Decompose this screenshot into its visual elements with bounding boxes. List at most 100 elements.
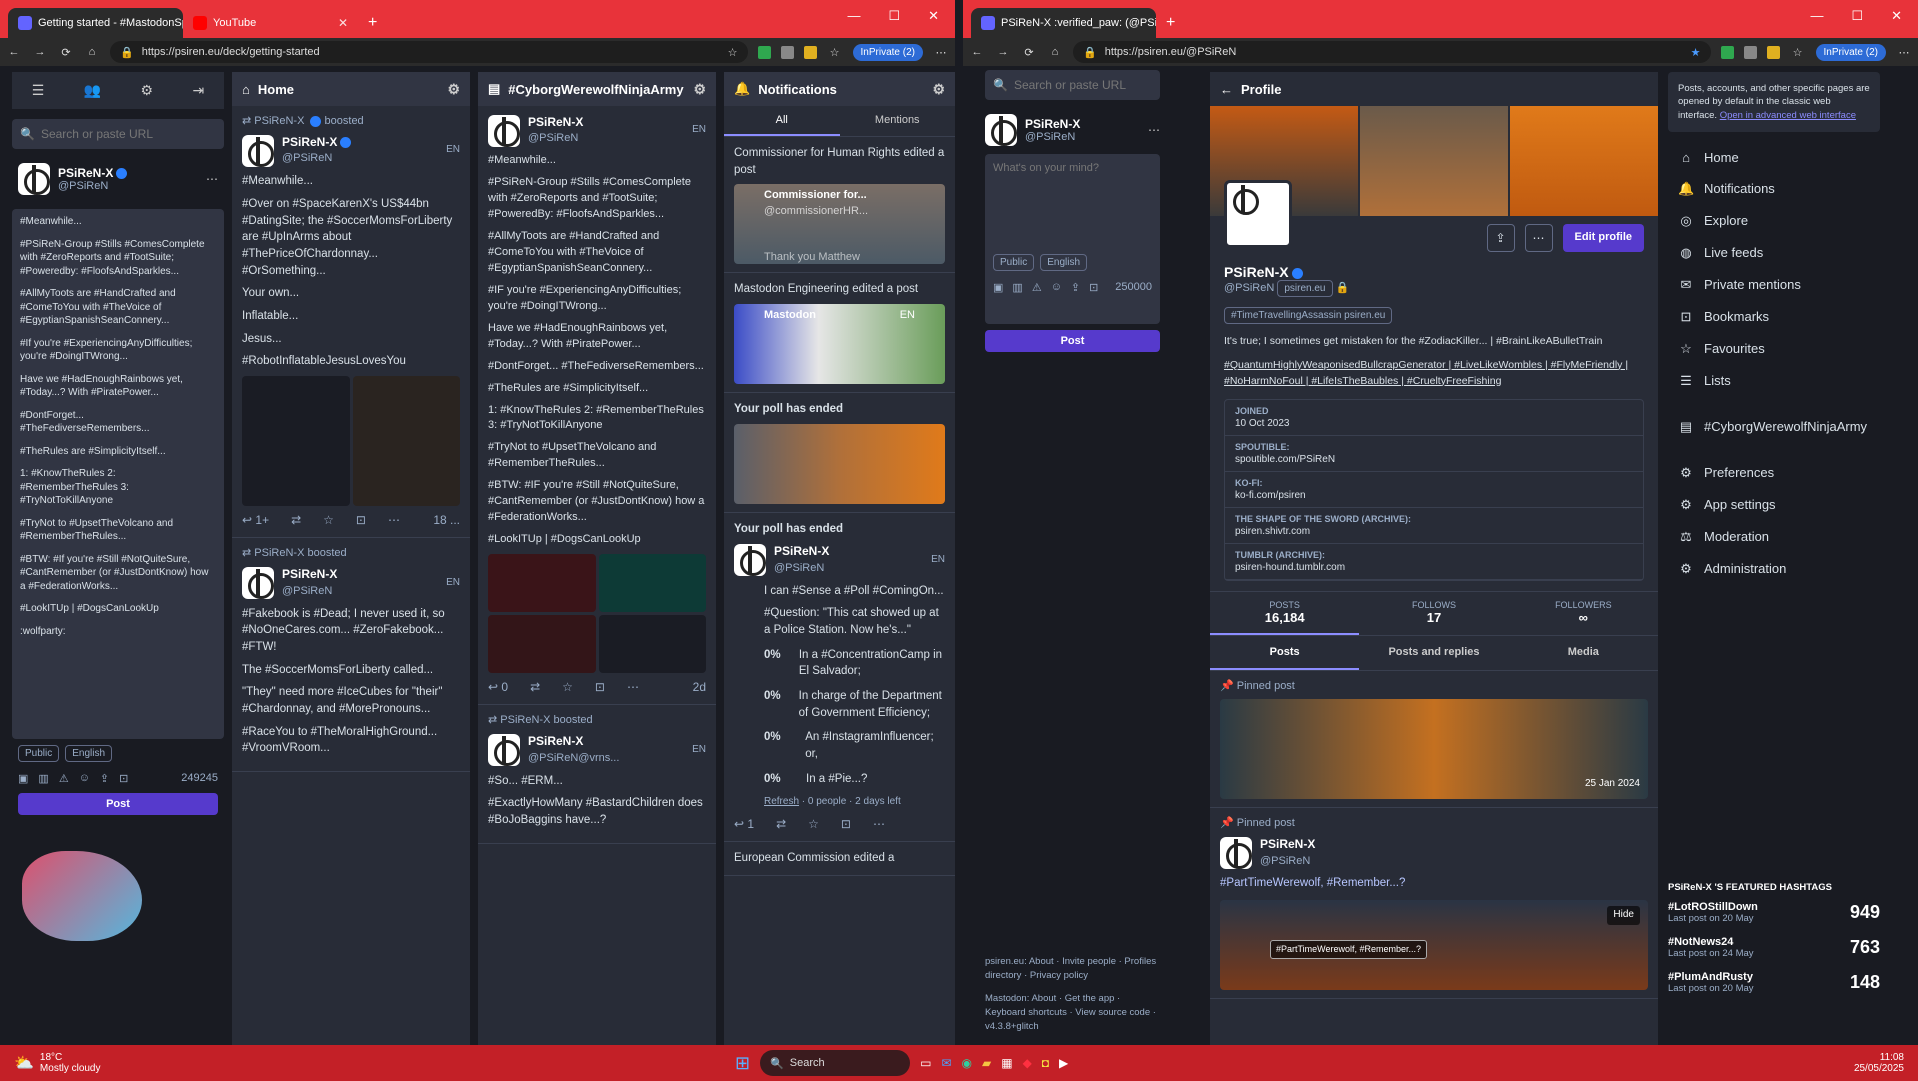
pinned-status[interactable]: 📌 Pinned post PSiReN-X @PSiReN #PartTimeW… <box>1210 808 1658 1000</box>
favourite-icon[interactable]: ☆ <box>808 816 819 833</box>
warning-icon[interactable]: ⚠ <box>59 772 69 785</box>
logout-icon[interactable]: ⇥ <box>193 82 205 99</box>
edge-icon[interactable]: ◉ <box>962 1056 972 1070</box>
edit-profile-button[interactable]: Edit profile <box>1562 224 1644 252</box>
advanced-interface-link[interactable]: Open in advanced web interface <box>1720 110 1856 121</box>
emoji-icon[interactable]: ☺ <box>79 772 90 785</box>
avatar[interactable] <box>488 734 520 766</box>
favorites-icon[interactable]: ☆ <box>827 46 843 59</box>
media-player-icon[interactable]: ▶ <box>1059 1056 1068 1070</box>
new-tab-button[interactable]: + <box>1156 14 1185 38</box>
avatar[interactable] <box>1220 836 1252 869</box>
url-field[interactable]: 🔒 https://psiren.eu/deck/getting-started… <box>110 41 748 63</box>
favorites-icon[interactable]: ☆ <box>1790 46 1806 59</box>
tab-media[interactable]: Media <box>1509 636 1658 670</box>
column-settings-icon[interactable]: ⚙ <box>693 81 706 98</box>
avatar[interactable] <box>985 114 1017 146</box>
boost-icon[interactable]: ⇄ <box>530 679 540 696</box>
image-icon[interactable]: ▣ <box>18 772 28 785</box>
bookmark-icon[interactable]: ⊡ <box>1089 281 1098 294</box>
favorite-star-icon[interactable]: ★ <box>1691 46 1701 59</box>
post-button[interactable]: Post <box>18 793 218 815</box>
share-icon[interactable]: ⇪ <box>100 772 109 785</box>
minimize-icon[interactable]: — <box>1810 8 1823 24</box>
bookmark-icon[interactable]: ⊡ <box>841 816 851 833</box>
app-icon[interactable]: ◘ <box>1042 1056 1049 1070</box>
nav-item-explore[interactable]: ◎ Explore <box>1668 205 1880 237</box>
avatar[interactable] <box>488 114 520 147</box>
status[interactable]: ⇄ PSiReN-X boosted PSiReN-X @PSiReN EN #Fa… <box>232 538 470 773</box>
search-input[interactable]: 🔍 Search or paste URL <box>985 70 1160 100</box>
tab-posts[interactable]: Posts <box>1210 636 1360 671</box>
favorite-star-icon[interactable]: ☆ <box>728 46 738 59</box>
column-settings-icon[interactable]: ⚙ <box>447 81 460 98</box>
nav-item-bookmarks[interactable]: ⊡ Bookmarks <box>1668 301 1880 333</box>
featured-tag[interactable]: #TimeTravellingAssassin psiren.eu <box>1224 307 1393 324</box>
media-thumbnail[interactable] <box>352 375 460 506</box>
extension-icon[interactable] <box>1766 45 1780 59</box>
tab-profile[interactable]: PSiReN-X :verified_paw: (@PSiReN... ✕ <box>971 8 1156 38</box>
media-thumbnail[interactable] <box>242 375 350 506</box>
nav-item-notifications[interactable]: 🔔 Notifications <box>1668 173 1880 205</box>
favourite-icon[interactable]: ☆ <box>323 512 334 529</box>
inprivate-badge[interactable]: InPrivate (2) <box>1815 43 1886 61</box>
stat-follows[interactable]: Follows 17 <box>1359 592 1508 635</box>
back-icon[interactable]: ← <box>969 46 985 58</box>
notification[interactable]: Your poll has ended PSiReN-X @PSiReN EN I … <box>724 513 955 843</box>
inprivate-badge[interactable]: InPrivate (2) <box>852 43 923 61</box>
featured-hashtag[interactable]: #NotNews24 Last post on 24 May 763 <box>1668 936 1880 959</box>
explorer-icon[interactable]: ▰ <box>982 1056 991 1070</box>
extension-icon[interactable] <box>780 45 794 59</box>
app-icon[interactable]: ◆ <box>1023 1056 1032 1070</box>
notification[interactable]: European Commission edited a <box>724 842 955 876</box>
close-window-icon[interactable]: ✕ <box>928 8 939 24</box>
maximize-icon[interactable]: ☐ <box>1851 8 1863 24</box>
stat-followers[interactable]: Followers ∞ <box>1509 592 1658 635</box>
notification[interactable]: Your poll has ended <box>724 393 955 513</box>
avatar[interactable] <box>242 134 274 167</box>
profile-avatar[interactable] <box>1224 180 1292 248</box>
url-field[interactable]: 🔒 https://psiren.eu/@PSiReN ★ <box>1073 41 1711 63</box>
forward-icon[interactable]: → <box>32 46 48 58</box>
pinned-media[interactable]: 25 Jan 2024 <box>1220 699 1648 800</box>
nav-item-home[interactable]: ⌂ Home <box>1668 142 1880 173</box>
close-tab-icon[interactable]: ✕ <box>338 16 348 30</box>
stat-posts[interactable]: Posts 16,184 <box>1210 592 1360 636</box>
boost-icon[interactable]: ⇄ <box>776 816 786 833</box>
post-button[interactable]: Post <box>985 330 1160 352</box>
compose-textarea[interactable]: What's on your mind? Public English ▣ ▥ ⚠ ☺ ⇪… <box>985 154 1160 324</box>
status[interactable]: ⇄ PSiReN-X boosted PSiReN-X @PSiReN EN #Me… <box>232 106 470 539</box>
media-thumbnail[interactable] <box>488 615 596 674</box>
notification-card[interactable]: Commissioner for... @commissionerHR... T… <box>734 184 945 265</box>
column-settings-icon[interactable]: ⚙ <box>932 81 945 98</box>
start-icon[interactable]: ⊞ <box>735 1053 750 1074</box>
more-icon[interactable]: ⋯ <box>206 172 218 186</box>
refresh-link[interactable]: Refresh <box>764 796 799 807</box>
more-icon[interactable]: ⋯ <box>873 816 885 833</box>
share-icon[interactable]: ⇪ <box>1486 224 1515 252</box>
nav-item-private-mentions[interactable]: ✉ Private mentions <box>1668 269 1880 301</box>
emoji-icon[interactable]: ☺ <box>1051 281 1062 294</box>
status[interactable]: ⇄ PSiReN-X boosted PSiReN-X @PSiReN@vrns.… <box>478 705 716 844</box>
minimize-icon[interactable]: — <box>847 8 860 24</box>
more-icon[interactable]: ⋯ <box>388 512 400 529</box>
media-thumbnail[interactable] <box>488 554 596 613</box>
tab-getting-started[interactable]: Getting started - #MastodonSpy... ✕ <box>8 8 183 38</box>
avatar[interactable] <box>734 544 766 577</box>
compose-textarea[interactable]: #Meanwhile... #PSiReN-Group #Stills #Come… <box>12 209 224 739</box>
extension-icon[interactable] <box>803 45 817 59</box>
featured-hashtag[interactable]: #LotROStillDown Last post on 20 May 949 <box>1668 901 1880 924</box>
tab-youtube[interactable]: YouTube ✕ <box>183 8 358 38</box>
more-icon[interactable]: ⋯ <box>627 679 639 696</box>
refresh-icon[interactable]: ⟳ <box>1021 46 1037 59</box>
home-icon[interactable]: ⌂ <box>84 46 100 58</box>
notification[interactable]: Commissioner for Human Rights edited a p… <box>724 137 955 274</box>
home-icon[interactable]: ⌂ <box>1047 46 1063 58</box>
nav-item--cyborgwerewolfninjaarmy[interactable]: ▤ #CyborgWerewolfNinjaArmy <box>1668 411 1880 443</box>
more-icon[interactable]: ⋯ <box>1524 224 1553 252</box>
bookmark-icon[interactable]: ⊡ <box>595 679 605 696</box>
extension-icon[interactable] <box>757 45 771 59</box>
clock[interactable]: 11:08 25/05/2025 <box>1854 1052 1904 1074</box>
notification-card[interactable] <box>734 423 945 504</box>
reply-icon[interactable]: ↩ 1+ <box>242 512 269 529</box>
